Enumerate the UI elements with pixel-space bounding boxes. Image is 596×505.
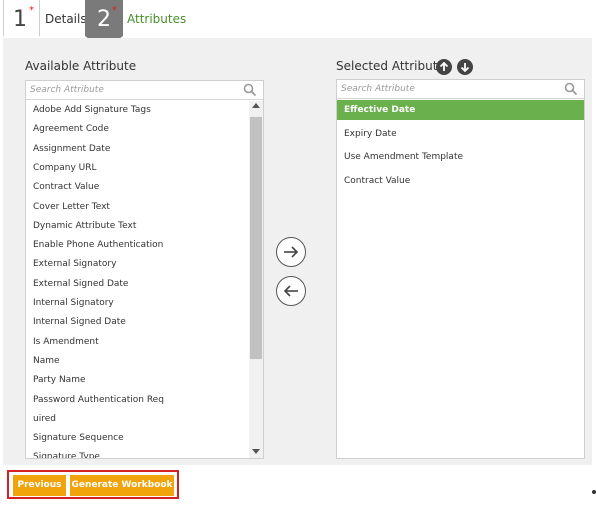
previous-button[interactable]: Previous — [13, 475, 66, 496]
scrollbar-thumb[interactable] — [250, 117, 262, 359]
selected-search-input[interactable] — [341, 81, 560, 97]
step-1-number: 1 — [13, 7, 27, 32]
arrow-up-icon — [439, 61, 449, 71]
available-search-bar — [26, 81, 263, 100]
selected-attribute-list[interactable]: Effective Date Expiry Date Use Amendment T… — [336, 79, 585, 459]
selected-attribute-title: Selected Attribute — [336, 59, 445, 73]
actions-highlight: Previous Generate Workbook — [7, 470, 179, 499]
available-list-item[interactable]: Cover Letter Text — [26, 198, 249, 217]
arrow-right-icon — [284, 246, 299, 258]
available-attribute-list[interactable]: Adobe Add Signature TagsAgreement CodeAs… — [25, 80, 264, 459]
move-down-button[interactable] — [457, 59, 473, 75]
available-scrollbar[interactable] — [249, 101, 263, 458]
available-list-item[interactable]: Internal Signed Date — [26, 313, 249, 332]
add-attribute-button[interactable] — [276, 237, 306, 267]
wizard-steps: 1 * Details 2 * Attributes — [0, 0, 596, 50]
available-list-item[interactable]: Dynamic Attribute Text — [26, 217, 249, 236]
available-list-item[interactable]: Name — [26, 352, 249, 371]
available-list-item[interactable]: Is Amendment — [26, 333, 249, 352]
available-list-item[interactable]: External Signatory — [26, 255, 249, 274]
step-1-label[interactable]: Details — [45, 12, 87, 26]
available-list-item[interactable]: External Signed Date — [26, 275, 249, 294]
available-list-item[interactable]: Agreement Code — [26, 120, 249, 139]
step-2-number: 2 — [97, 7, 111, 32]
scroll-up-arrow-icon[interactable] — [252, 103, 260, 108]
available-list-item[interactable]: uired — [26, 410, 249, 429]
selected-search-bar — [337, 80, 584, 99]
selected-list-item[interactable]: Contract Value — [337, 171, 584, 191]
available-search-input[interactable] — [30, 82, 239, 98]
arrow-down-icon — [460, 63, 470, 73]
available-items: Adobe Add Signature Tags Agreement Code As… — [26, 101, 263, 458]
selected-items: Effective Date Expiry Date Use Amendment T… — [337, 100, 584, 458]
available-list-item[interactable]: Signature Type — [26, 448, 249, 458]
available-attribute-title: Available Attribute — [25, 59, 137, 73]
available-list-item[interactable]: Adobe Add Signature Tags — [26, 101, 249, 120]
selected-list-item[interactable]: Effective Date — [337, 100, 584, 120]
move-up-button[interactable] — [436, 59, 452, 75]
search-icon[interactable] — [564, 82, 578, 96]
step-1-required-mark: * — [29, 5, 34, 16]
step-2-label[interactable]: Attributes — [127, 12, 186, 26]
available-list-item[interactable]: Signature Sequence — [26, 429, 249, 448]
scroll-down-arrow-icon[interactable] — [252, 449, 260, 454]
available-list-item[interactable]: Company URL — [26, 159, 249, 178]
available-list-item[interactable]: Enable Phone Authentication — [26, 236, 249, 255]
available-list-item[interactable]: Internal Signatory — [26, 294, 249, 313]
available-list-item[interactable]: Contract Value — [26, 178, 249, 197]
available-list-item[interactable]: Party Name — [26, 371, 249, 390]
search-icon[interactable] — [243, 83, 257, 97]
bullet-dot — [592, 490, 596, 494]
generate-workbook-button[interactable]: Generate Workbook — [70, 475, 174, 496]
selected-list-item[interactable]: Use Amendment Template — [337, 147, 584, 167]
available-list-item[interactable]: Assignment Date — [26, 140, 249, 159]
remove-attribute-button[interactable] — [276, 276, 306, 306]
selected-list-item[interactable]: Expiry Date — [337, 124, 584, 144]
available-list-item[interactable]: Password Authentication Req — [26, 391, 249, 410]
arrow-left-icon — [283, 285, 298, 297]
step-2-required-mark: * — [112, 5, 117, 16]
